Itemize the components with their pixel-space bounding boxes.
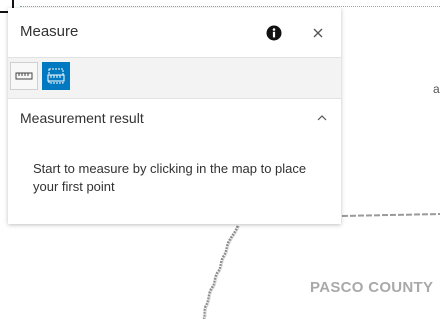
river-line [202, 225, 240, 319]
widget-header: Measure [8, 8, 341, 56]
county-boundary-line [341, 213, 440, 217]
area-ruler-icon [47, 68, 65, 84]
close-icon[interactable] [310, 25, 326, 41]
chevron-up-icon[interactable] [316, 113, 328, 123]
ruler-icon [15, 72, 33, 80]
measure-widget: Measure Measurement result Start to meas… [8, 8, 341, 224]
measurement-result-header[interactable]: Measurement result [8, 99, 341, 137]
measure-toolbar [8, 57, 341, 99]
county-label: PASCO COUNTY [310, 279, 434, 296]
river-line-inner [204, 226, 240, 319]
info-icon[interactable] [266, 25, 282, 41]
area-tool-button[interactable] [42, 62, 70, 90]
widget-title: Measure [20, 23, 79, 40]
map-edge-text: a [433, 82, 440, 96]
measurement-result-title: Measurement result [20, 110, 144, 126]
measurement-hint: Start to measure by clicking in the map … [33, 161, 307, 194]
distance-tool-button[interactable] [10, 62, 38, 90]
